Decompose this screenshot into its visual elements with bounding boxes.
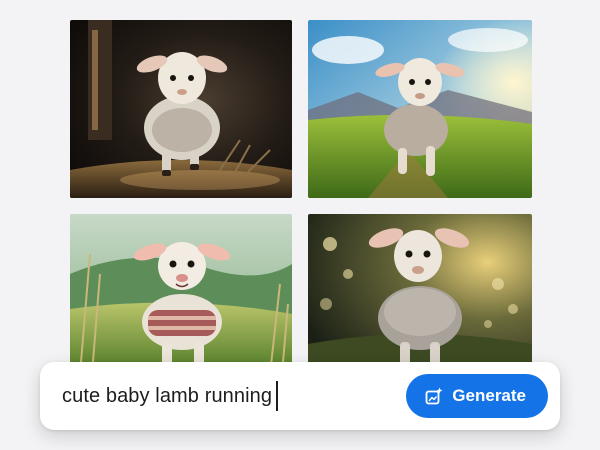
lamb-image-icon: [70, 20, 292, 198]
sparkle-image-icon: [425, 387, 443, 405]
generated-image-4[interactable]: [308, 214, 532, 374]
lamb-image-icon: [308, 20, 532, 198]
generate-button-label: Generate: [452, 386, 526, 405]
text-caret: [276, 381, 279, 411]
generated-image-3[interactable]: [70, 214, 292, 374]
lamb-image-icon: [308, 214, 532, 374]
generated-image-1[interactable]: [70, 20, 292, 198]
generated-image-2[interactable]: [308, 20, 532, 198]
prompt-input-value: cute baby lamb running: [62, 384, 273, 407]
prompt-input[interactable]: cute baby lamb running: [62, 376, 406, 416]
lamb-image-icon: [70, 214, 292, 374]
generate-button[interactable]: Generate: [406, 374, 548, 418]
prompt-bar: cute baby lamb running Generate: [40, 362, 560, 430]
